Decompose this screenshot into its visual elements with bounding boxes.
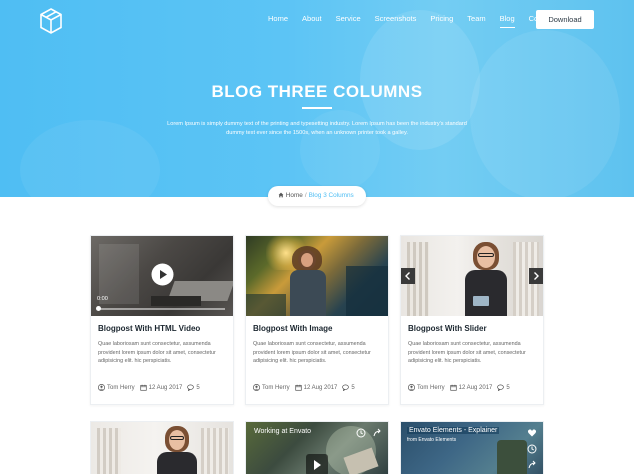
video-progress-bar[interactable] xyxy=(97,308,225,310)
page-title: BLOG THREE COLUMNS xyxy=(211,82,423,101)
author-name[interactable]: Tom Herry xyxy=(417,385,445,391)
comment-count[interactable]: 5 xyxy=(196,385,199,391)
blog-card[interactable]: Blogpost With Slider Quae laboriosam sun… xyxy=(400,235,544,405)
main-nav: Home About Service Screenshots Pricing T… xyxy=(268,14,569,28)
breadcrumb: Home / Blog 3 Columns xyxy=(268,186,366,206)
video-sublabel[interactable]: from Envato Elements xyxy=(407,437,456,443)
card-description: Quae laboriosam sunt consectetur, assume… xyxy=(408,341,526,365)
video-player[interactable]: Envato Elements - Explainer from Envato … xyxy=(401,422,543,474)
nav-home[interactable]: Home xyxy=(268,14,288,24)
post-date: 12 Aug 2017 xyxy=(303,384,338,391)
hero-banner: Home About Service Screenshots Pricing T… xyxy=(0,0,634,197)
title-divider xyxy=(302,107,332,109)
nav-pricing[interactable]: Pricing xyxy=(430,14,453,24)
video-title[interactable]: Envato Elements - Explainer xyxy=(407,427,500,434)
clock-icon[interactable] xyxy=(356,428,366,438)
video-title[interactable]: Working at Envato xyxy=(254,428,311,435)
user-icon xyxy=(98,384,105,391)
slider-next-button[interactable] xyxy=(529,268,543,284)
comment-icon xyxy=(342,384,350,391)
blog-card[interactable] xyxy=(90,421,234,474)
blog-card[interactable]: Blogpost With Image Quae laboriosam sunt… xyxy=(245,235,389,405)
video-player[interactable]: 0:00 xyxy=(91,236,233,316)
nav-service[interactable]: Service xyxy=(336,14,361,24)
download-button[interactable]: Download xyxy=(536,10,594,29)
card-description: Quae laboriosam sunt consectetur, assume… xyxy=(253,341,371,365)
post-date: 12 Aug 2017 xyxy=(148,384,183,391)
comment-count[interactable]: 5 xyxy=(351,385,354,391)
card-meta: Tom Herry 12 Aug 2017 5 xyxy=(98,384,205,391)
video-time: 0:00 xyxy=(97,296,108,302)
post-image[interactable] xyxy=(91,422,233,474)
user-icon xyxy=(408,384,415,391)
hero-description: Lorem Ipsum is simply dummy text of the … xyxy=(167,121,467,136)
card-meta: Tom Herry 12 Aug 2017 5 xyxy=(253,384,360,391)
post-image[interactable] xyxy=(246,236,388,316)
clock-icon[interactable] xyxy=(527,444,537,454)
chevron-right-icon xyxy=(534,272,539,280)
heart-icon[interactable] xyxy=(527,428,537,438)
slider-prev-button[interactable] xyxy=(401,268,415,284)
card-meta: Tom Herry 12 Aug 2017 5 xyxy=(408,384,515,391)
comment-icon xyxy=(497,384,505,391)
share-icon[interactable] xyxy=(527,460,537,470)
user-icon xyxy=(253,384,260,391)
card-title[interactable]: Blogpost With Slider xyxy=(408,324,487,333)
blog-card[interactable]: Working at Envato xyxy=(245,421,389,474)
play-button-icon[interactable] xyxy=(306,454,328,474)
video-player[interactable]: Working at Envato xyxy=(246,422,388,474)
nav-blog[interactable]: Blog xyxy=(499,14,515,28)
nav-about[interactable]: About xyxy=(302,14,322,24)
home-icon xyxy=(278,192,284,197)
breadcrumb-current: Blog 3 Columns xyxy=(308,192,354,199)
breadcrumb-separator: / xyxy=(304,192,307,199)
calendar-icon xyxy=(450,384,457,391)
comment-count[interactable]: 5 xyxy=(506,385,509,391)
author-name[interactable]: Tom Herry xyxy=(262,385,290,391)
play-button-icon[interactable] xyxy=(151,263,174,286)
comment-icon xyxy=(187,384,195,391)
nav-team[interactable]: Team xyxy=(467,14,485,24)
card-title[interactable]: Blogpost With HTML Video xyxy=(98,324,200,333)
blog-card[interactable]: Envato Elements - Explainer from Envato … xyxy=(400,421,544,474)
logo-cube-icon[interactable] xyxy=(40,8,62,34)
author-name[interactable]: Tom Herry xyxy=(107,385,135,391)
post-date: 12 Aug 2017 xyxy=(458,384,493,391)
calendar-icon xyxy=(140,384,147,391)
blog-card[interactable]: 0:00 Blogpost With HTML Video Quae labor… xyxy=(90,235,234,405)
share-icon[interactable] xyxy=(372,428,382,438)
card-title[interactable]: Blogpost With Image xyxy=(253,324,332,333)
nav-screenshots[interactable]: Screenshots xyxy=(375,14,417,24)
card-description: Quae laboriosam sunt consectetur, assume… xyxy=(98,341,216,365)
video-progress-handle[interactable] xyxy=(96,306,101,311)
breadcrumb-home[interactable]: Home xyxy=(286,192,303,199)
chevron-left-icon xyxy=(405,272,410,280)
calendar-icon xyxy=(295,384,302,391)
image-slider[interactable] xyxy=(401,236,543,316)
